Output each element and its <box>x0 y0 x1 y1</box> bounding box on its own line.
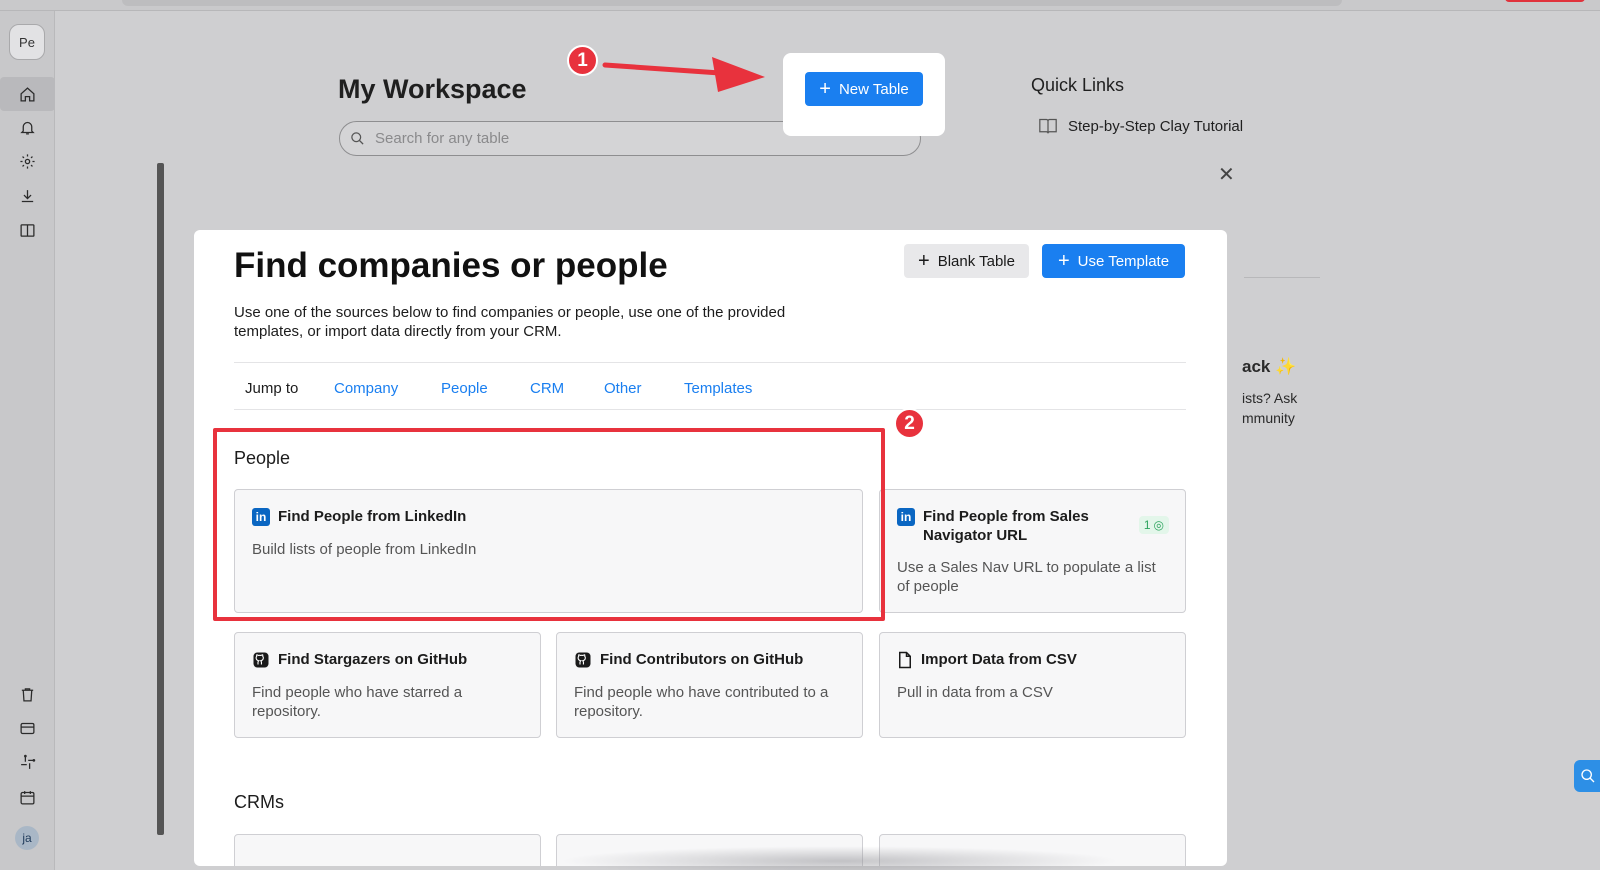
sidebar: Pe ja <box>0 11 55 870</box>
jump-link-templates[interactable]: Templates <box>684 380 752 397</box>
blank-table-button[interactable]: + Blank Table <box>904 244 1029 278</box>
browser-top-strip <box>0 0 1600 11</box>
github-icon <box>253 652 269 668</box>
card-title: Find Stargazers on GitHub <box>278 651 468 668</box>
github-icon <box>575 652 591 668</box>
gear-icon[interactable] <box>14 148 40 174</box>
annotation-arrow-icon <box>602 57 765 92</box>
calendar-icon[interactable] <box>14 784 40 810</box>
section-title-crms: CRMs <box>234 792 284 812</box>
use-template-label: Use Template <box>1077 252 1170 270</box>
card-contributors-github[interactable]: Find Contributors on GitHub Find people … <box>556 632 863 738</box>
card-description: Use a Sales Nav URL to populate a list o… <box>897 559 1156 595</box>
coins-icon: ◎ <box>1153 518 1164 532</box>
linkedin-icon: in <box>897 508 915 526</box>
slack-icon[interactable] <box>14 749 40 775</box>
workspace-avatar[interactable]: Pe <box>9 24 45 60</box>
top-right-highlight <box>1505 0 1585 2</box>
card-crm-1[interactable] <box>234 834 541 866</box>
search-placeholder: Search for any table <box>375 130 510 147</box>
card-import-csv[interactable]: Import Data from CSV Pull in data from a… <box>879 632 1186 738</box>
card-stargazers-github[interactable]: Find Stargazers on GitHub Find people wh… <box>234 632 541 738</box>
quick-links-title: Quick Links <box>1031 75 1125 95</box>
jump-link-crm[interactable]: CRM <box>530 380 564 397</box>
card-title: Import Data from CSV <box>921 651 1077 668</box>
home-icon[interactable] <box>0 77 55 111</box>
highlight-box <box>213 428 885 621</box>
plus-icon: + <box>819 78 831 100</box>
modal-description: Use one of the sources below to find com… <box>234 304 786 340</box>
card-description: Find people who have starred a repositor… <box>252 684 463 720</box>
card-description: Find people who have contributed to a re… <box>574 684 829 720</box>
address-bar <box>122 0 1342 6</box>
close-icon[interactable]: ✕ <box>1218 162 1235 187</box>
credit-badge: 1 ◎ <box>1138 516 1169 534</box>
step-marker-2: 2 <box>894 408 925 439</box>
divider <box>234 409 1186 410</box>
side-card-title: ack ✨ <box>1242 357 1297 376</box>
bottom-shadow <box>560 846 1120 870</box>
quick-link-label: Step-by-Step Clay Tutorial <box>1068 117 1244 135</box>
side-card-body: ists? Ask mmunity <box>1242 390 1298 426</box>
user-avatar[interactable]: ja <box>15 826 39 850</box>
card-title: Find Contributors on GitHub <box>600 651 804 668</box>
blank-table-label: Blank Table <box>937 252 1015 270</box>
card-sales-navigator[interactable]: in Find People from Sales Navigator URL … <box>879 489 1186 613</box>
card-title: Find People from Sales Navigator URL <box>923 508 1089 544</box>
book-icon[interactable] <box>14 217 40 243</box>
jump-link-company[interactable]: Company <box>334 380 398 397</box>
book-open-icon <box>1039 118 1057 134</box>
plus-icon: + <box>918 250 930 272</box>
quick-link-tutorial[interactable]: Step-by-Step Clay Tutorial <box>1038 117 1243 135</box>
page-title: My Workspace <box>338 74 527 104</box>
bell-icon[interactable] <box>14 114 40 140</box>
scroll-indicator <box>157 163 164 835</box>
modal-title: Find companies or people <box>234 246 668 285</box>
trash-icon[interactable] <box>14 681 40 707</box>
jump-link-other[interactable]: Other <box>604 380 642 397</box>
jump-to-label: Jump to <box>245 380 299 397</box>
divider <box>1244 277 1320 278</box>
step-marker-1: 1 <box>567 45 598 76</box>
new-table-button[interactable]: + New Table <box>805 72 923 106</box>
search-icon <box>351 132 364 145</box>
plus-icon: + <box>1057 250 1070 272</box>
card-description: Pull in data from a CSV <box>897 684 1053 701</box>
jump-link-people[interactable]: People <box>441 380 488 397</box>
file-icon <box>899 651 911 669</box>
divider <box>234 362 1186 363</box>
new-table-label: New Table <box>838 80 909 98</box>
help-search-icon[interactable] <box>1574 760 1600 792</box>
card-icon[interactable] <box>14 715 40 741</box>
use-template-button[interactable]: + Use Template <box>1042 244 1185 278</box>
download-icon[interactable] <box>14 183 40 209</box>
